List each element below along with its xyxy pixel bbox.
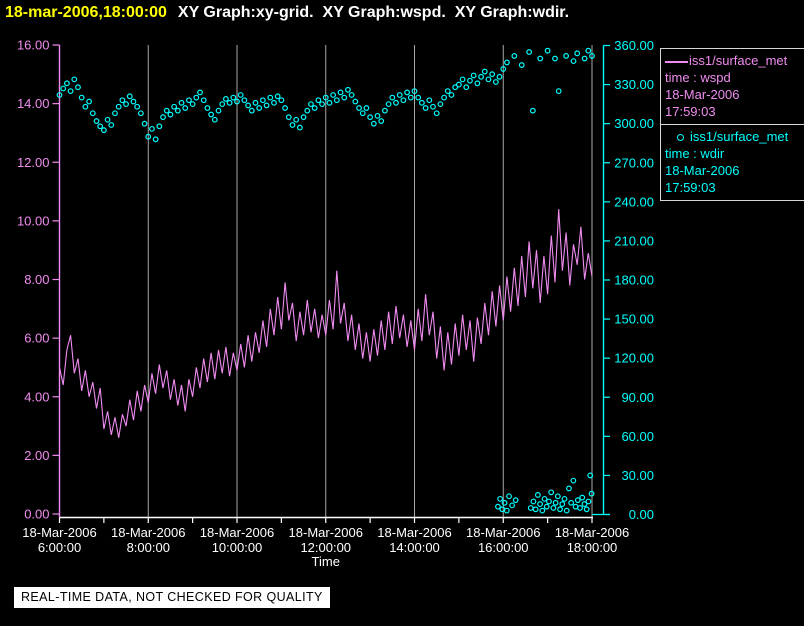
svg-text:16.00: 16.00 [17,38,50,53]
x-axis: 18-Mar-20066:00:0018-Mar-20068:00:0018-M… [22,516,629,569]
svg-text:150.00: 150.00 [614,312,654,327]
wdir-circle-sample-icon [677,134,684,142]
quality-warning-banner: REAL-TIME DATA, NOT CHECKED FOR QUALITY [14,587,330,608]
svg-text:14.00: 14.00 [17,96,50,111]
svg-text:180.00: 180.00 [614,273,654,288]
svg-text:120.00: 120.00 [614,351,654,366]
svg-text:240.00: 240.00 [614,194,654,209]
legend-wdir-variable: time : wdir [665,146,725,161]
legend-wspd-source: iss1/surface_met [689,53,788,68]
svg-text:18-Mar-2006: 18-Mar-2006 [200,525,274,540]
svg-text:18-Mar-2006: 18-Mar-2006 [377,525,451,540]
legend-wspd-source-row: iss1/surface_met [665,52,802,69]
gridlines [147,45,593,518]
svg-text:18-Mar-2006: 18-Mar-2006 [466,525,540,540]
legend-entry-wspd: iss1/surface_met time : wspd 18-Mar-2006… [661,49,804,125]
y-axis-right-wdir: 360.00 330.00 300.00 270.00 240.00 210.00 180.… [592,38,654,522]
svg-text:6.00: 6.00 [24,331,49,346]
svg-text:210.00: 210.00 [614,233,654,248]
legend-wspd-variable: time : wspd [665,70,731,85]
svg-text:Time: Time [312,554,340,569]
svg-text:0.00: 0.00 [629,507,654,522]
legend-wdir-date: 18-Mar-2006 [665,163,740,178]
svg-text:16:00:00: 16:00:00 [478,540,529,555]
svg-text:6:00:00: 6:00:00 [38,540,81,555]
svg-text:8.00: 8.00 [24,272,49,287]
legend-wdir-time: 17:59:03 [665,180,716,195]
svg-text:18-Mar-2006: 18-Mar-2006 [111,525,185,540]
svg-text:270.00: 270.00 [614,155,654,170]
svg-text:18:00:00: 18:00:00 [567,540,618,555]
svg-text:30.00: 30.00 [621,468,654,483]
svg-text:2.00: 2.00 [24,448,49,463]
svg-text:10:00:00: 10:00:00 [212,540,263,555]
xy-graph-window: 18-mar-2006,18:00:00 XY Graph:xy-grid. XY… [0,0,804,626]
wspd-line-sample-icon [665,60,688,63]
svg-text:4.00: 4.00 [24,389,49,404]
legend-box: iss1/surface_met time : wspd 18-Mar-2006… [660,48,804,201]
svg-text:60.00: 60.00 [621,429,654,444]
svg-text:12:00:00: 12:00:00 [300,540,351,555]
svg-text:18-Mar-2006: 18-Mar-2006 [22,525,96,540]
legend-wdir-source: iss1/surface_met [690,129,789,144]
svg-text:12.00: 12.00 [17,155,50,170]
svg-text:10.00: 10.00 [17,213,50,228]
legend-wspd-time: 17:59:03 [665,104,716,119]
legend-entry-wdir: iss1/surface_met time : wdir 18-Mar-2006… [661,125,804,201]
svg-text:90.00: 90.00 [621,390,654,405]
svg-text:330.00: 330.00 [614,77,654,92]
svg-text:8:00:00: 8:00:00 [127,540,170,555]
svg-text:0.00: 0.00 [24,507,49,522]
y-axis-left-wspd: 16.00 14.00 12.00 10.00 8.00 6.00 4.00 2.00 0.00 [17,38,61,522]
legend-wdir-source-row: iss1/surface_met [665,128,802,145]
legend-wspd-date: 18-Mar-2006 [665,87,740,102]
svg-text:300.00: 300.00 [614,116,654,131]
svg-text:360.00: 360.00 [614,38,654,53]
svg-text:18-Mar-2006: 18-Mar-2006 [555,525,629,540]
svg-text:14:00:00: 14:00:00 [389,540,440,555]
svg-text:18-Mar-2006: 18-Mar-2006 [289,525,363,540]
